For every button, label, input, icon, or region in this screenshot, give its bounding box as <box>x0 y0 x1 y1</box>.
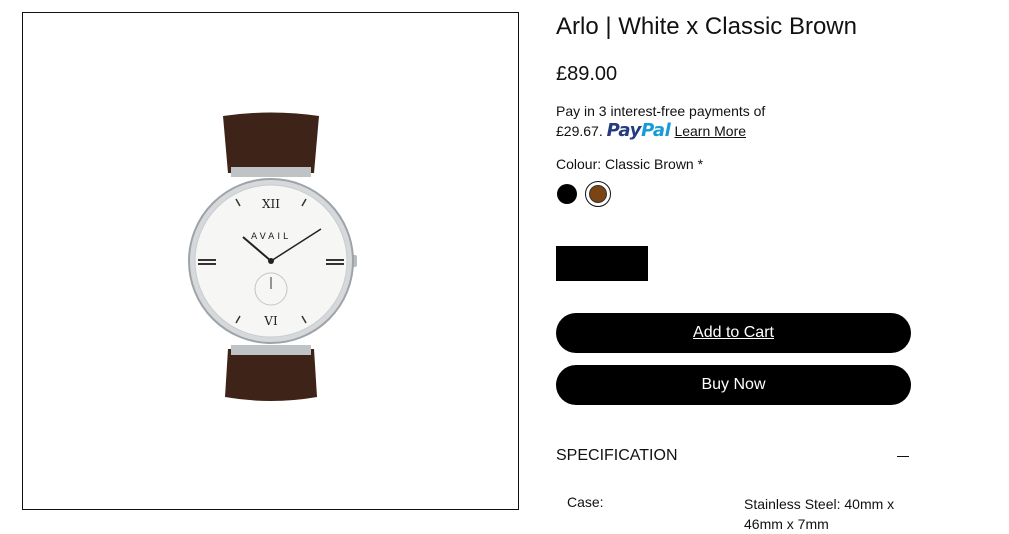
paypal-logo: PayPal <box>606 120 671 141</box>
quantity-input[interactable] <box>556 246 648 281</box>
specification-toggle[interactable]: SPECIFICATION <box>556 445 911 467</box>
minus-icon <box>897 455 909 457</box>
spec-value: Stainless Steel: 40mm x 46mm x 7mm <box>744 496 895 532</box>
watch-brand-text: AVAIL <box>251 232 291 242</box>
add-to-cart-label: Add to Cart <box>693 324 774 341</box>
spec-key: Case: <box>567 494 604 510</box>
swatch-classic-brown[interactable] <box>589 185 607 203</box>
paypal-installments: Pay in 3 interest-free payments of £29.6… <box>556 101 876 141</box>
buy-now-button[interactable]: Buy Now <box>556 365 911 405</box>
paypal-text: Pay in 3 interest-free payments of <box>556 103 766 119</box>
product-image-watch: XII VI AVAIL <box>187 112 357 401</box>
colour-swatches <box>556 181 611 207</box>
learn-more-link[interactable]: Learn More <box>674 123 746 139</box>
swatch-classic-brown-selected[interactable] <box>585 181 611 207</box>
add-to-cart-button[interactable]: Add to Cart <box>556 313 911 353</box>
product-title: Arlo | White x Classic Brown <box>556 13 857 40</box>
paypal-amount: £29.67. <box>556 123 603 139</box>
swatch-black[interactable] <box>557 184 577 204</box>
colour-label: Colour: Classic Brown * <box>556 156 704 172</box>
buy-now-label: Buy Now <box>701 376 766 393</box>
product-image-frame[interactable]: XII VI AVAIL <box>22 12 519 510</box>
specification-title: SPECIFICATION <box>556 447 678 464</box>
svg-text:VI: VI <box>263 314 278 328</box>
svg-text:XII: XII <box>261 197 279 211</box>
product-price: £89.00 <box>556 63 618 85</box>
